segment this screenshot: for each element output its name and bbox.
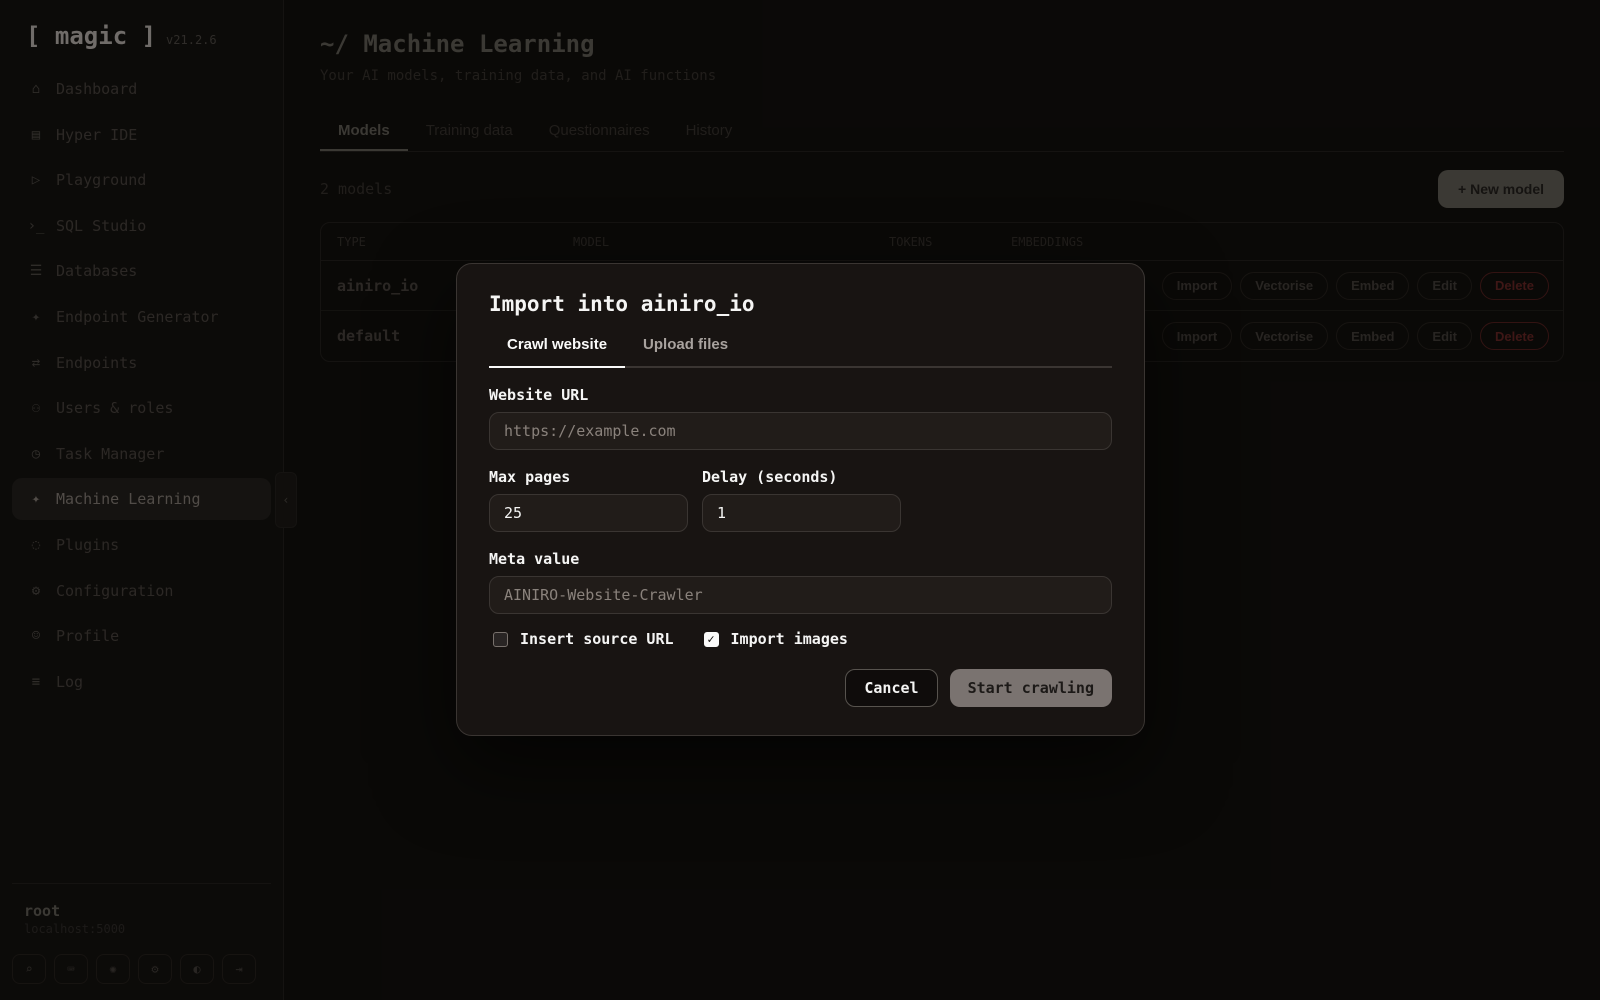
dialog-tabs: Crawl website Upload files [489, 332, 1112, 368]
tab-crawl-website[interactable]: Crawl website [489, 332, 626, 368]
insert-source-url-checkbox[interactable] [493, 631, 508, 647]
import-images-option[interactable]: ✓ Import images [703, 630, 848, 648]
import-images-label: Import images [730, 630, 848, 648]
max-pages-input[interactable]: 25 [489, 494, 688, 532]
import-dialog: Import into ainiro_io Crawl website Uplo… [456, 263, 1145, 736]
insert-source-url-option[interactable]: Insert source URL [493, 630, 674, 648]
tab-upload-files[interactable]: Upload files [625, 332, 746, 368]
import-images-checkbox[interactable]: ✓ [703, 631, 719, 647]
dialog-actions: Cancel Start crawling [845, 669, 1112, 707]
delay-label: Delay (seconds) [702, 468, 838, 486]
crawl-settings-row: Max pages 25 Delay (seconds) 1 [489, 450, 1112, 532]
delay-group: Delay (seconds) 1 [702, 450, 901, 532]
max-pages-label: Max pages [489, 468, 571, 486]
start-crawling-button[interactable]: Start crawling [949, 669, 1112, 707]
website-url-input[interactable]: https://example.com [489, 412, 1112, 450]
delay-input[interactable]: 1 [702, 494, 901, 532]
insert-source-url-label: Insert source URL [520, 630, 674, 648]
crawl-options: Insert source URL ✓ Import images [489, 630, 1112, 648]
cancel-button[interactable]: Cancel [845, 669, 938, 707]
meta-value-input[interactable]: AINIRO-Website-Crawler [489, 576, 1112, 614]
dialog-title: Import into ainiro_io [489, 292, 755, 316]
max-pages-group: Max pages 25 [489, 450, 688, 532]
website-url-label: Website URL [489, 386, 589, 404]
check-icon: ✓ [707, 632, 715, 646]
meta-value-label: Meta value [489, 550, 580, 568]
